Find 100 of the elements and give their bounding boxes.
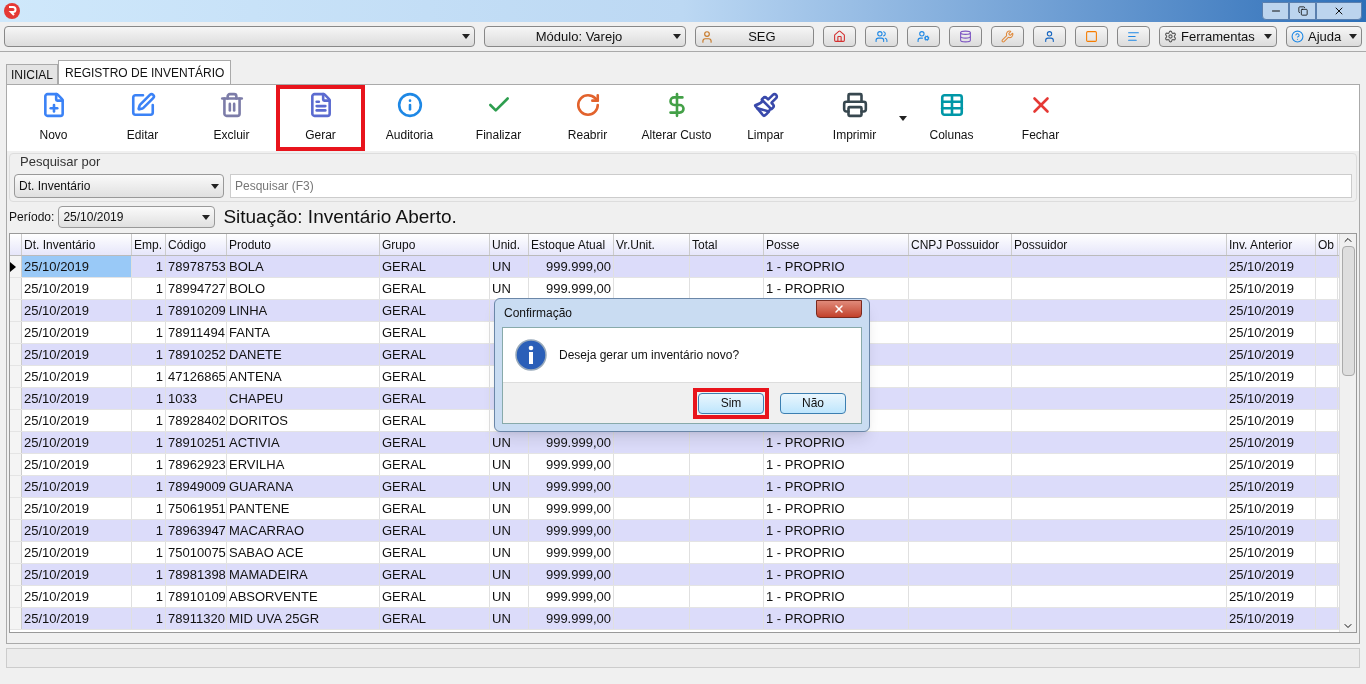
table-cell: 1 - PROPRIO [764, 520, 909, 541]
table-cell: 25/10/2019 [22, 278, 132, 299]
table-cell: GERAL [380, 344, 490, 365]
table-cell: 25/10/2019 [22, 366, 132, 387]
table-cell: GERAL [380, 432, 490, 453]
table-cell: 25/10/2019 [1227, 410, 1316, 431]
table-cell: 25/10/2019 [22, 454, 132, 475]
table-cell: 1 [132, 476, 166, 497]
table-cell: UN [490, 454, 529, 475]
table-cell: PANTENE [227, 498, 380, 519]
table-cell: 25/10/2019 [22, 586, 132, 607]
table-cell: 999.999,00 [529, 564, 614, 585]
table-cell: 78910252 [166, 344, 227, 365]
table-cell: 25/10/2019 [22, 432, 132, 453]
table-cell: FANTA [227, 322, 380, 343]
group-label: Pesquisar por [19, 154, 102, 170]
table-cell: 1 - PROPRIO [764, 564, 909, 585]
table-cell: 1 - PROPRIO [764, 498, 909, 519]
table-cell: BOLA [227, 256, 380, 277]
table-cell: 25/10/2019 [1227, 366, 1316, 387]
table-cell: GERAL [380, 520, 490, 541]
table-cell: 25/10/2019 [1227, 542, 1316, 563]
table-cell: 25/10/2019 [1227, 476, 1316, 497]
table-cell: GERAL [380, 542, 490, 563]
table-cell: 78949009 [166, 476, 227, 497]
table-cell: UN [490, 564, 529, 585]
table-cell: 25/10/2019 [22, 300, 132, 321]
table-cell: 1 - PROPRIO [764, 256, 909, 277]
table-cell: 25/10/2019 [1227, 564, 1316, 585]
table-cell: DANETE [227, 344, 380, 365]
table-cell: 78910109 [166, 586, 227, 607]
table-cell: 1 [132, 608, 166, 629]
table-cell: 1 [132, 454, 166, 475]
table-cell: GERAL [380, 564, 490, 585]
table-cell: 25/10/2019 [1227, 278, 1316, 299]
table-cell: MID UVA 25GR [227, 608, 380, 629]
table-cell: UN [490, 520, 529, 541]
table-cell: 999.999,00 [529, 454, 614, 475]
table-cell: 78978753 [166, 256, 227, 277]
table-cell: 25/10/2019 [22, 564, 132, 585]
table-cell: 1 - PROPRIO [764, 542, 909, 563]
table-cell: GERAL [380, 278, 490, 299]
table-cell: 78994727 [166, 278, 227, 299]
table-cell: 25/10/2019 [1227, 344, 1316, 365]
table-cell: 25/10/2019 [22, 256, 132, 277]
table-cell: 25/10/2019 [22, 608, 132, 629]
table-cell: CHAPEU [227, 388, 380, 409]
table-cell: DORITOS [227, 410, 380, 431]
table-cell: 78910251 [166, 432, 227, 453]
table-cell: 1 [132, 542, 166, 563]
table-cell: 1 [132, 586, 166, 607]
table-cell: 78910209 [166, 300, 227, 321]
table-cell: 1 [132, 388, 166, 409]
table-cell: 1 - PROPRIO [764, 586, 909, 607]
table-cell: UN [490, 476, 529, 497]
table-cell: GERAL [380, 322, 490, 343]
table-cell: 1 [132, 344, 166, 365]
table-cell: ERVILHA [227, 454, 380, 475]
table-cell: SABAO ACE [227, 542, 380, 563]
table-cell: 25/10/2019 [22, 388, 132, 409]
table-cell: GERAL [380, 476, 490, 497]
table-cell: 78981398 [166, 564, 227, 585]
table-cell: 1 [132, 432, 166, 453]
table-cell: 999.999,00 [529, 476, 614, 497]
table-cell: GERAL [380, 498, 490, 519]
table-cell: GERAL [380, 454, 490, 475]
table-cell: 1 - PROPRIO [764, 476, 909, 497]
table-cell: GERAL [380, 300, 490, 321]
table-cell: ACTIVIA [227, 432, 380, 453]
table-cell: GERAL [380, 366, 490, 387]
table-cell: 78928402 [166, 410, 227, 431]
table-cell: 999.999,00 [529, 542, 614, 563]
table-cell: MACARRAO [227, 520, 380, 541]
table-cell: GERAL [380, 608, 490, 629]
table-cell: 1 [132, 366, 166, 387]
table-cell: 1 [132, 564, 166, 585]
table-cell: ANTENA [227, 366, 380, 387]
table-cell: UN [490, 586, 529, 607]
table-cell: 25/10/2019 [1227, 322, 1316, 343]
table-cell: 25/10/2019 [22, 410, 132, 431]
table-cell: 25/10/2019 [22, 542, 132, 563]
table-cell: 78963947 [166, 520, 227, 541]
dialog-title: Confirmação [503, 305, 573, 322]
table-cell: 1 [132, 278, 166, 299]
table-cell: 75061951 [166, 498, 227, 519]
table-cell: 999.999,00 [529, 608, 614, 629]
table-cell: 78911494 [166, 322, 227, 343]
table-cell: 1 [132, 498, 166, 519]
table-cell: 25/10/2019 [1227, 300, 1316, 321]
dialog-message: Deseja gerar um inventário novo? [559, 347, 740, 364]
table-cell: 1 [132, 300, 166, 321]
table-cell: LINHA [227, 300, 380, 321]
table-cell: 999.999,00 [529, 520, 614, 541]
table-cell: 25/10/2019 [1227, 520, 1316, 541]
table-cell: GERAL [380, 586, 490, 607]
table-cell: 25/10/2019 [22, 476, 132, 497]
table-cell: GERAL [380, 388, 490, 409]
table-cell: 25/10/2019 [22, 520, 132, 541]
period-label: Período: [9, 209, 55, 226]
table-cell: 75010075 [166, 542, 227, 563]
